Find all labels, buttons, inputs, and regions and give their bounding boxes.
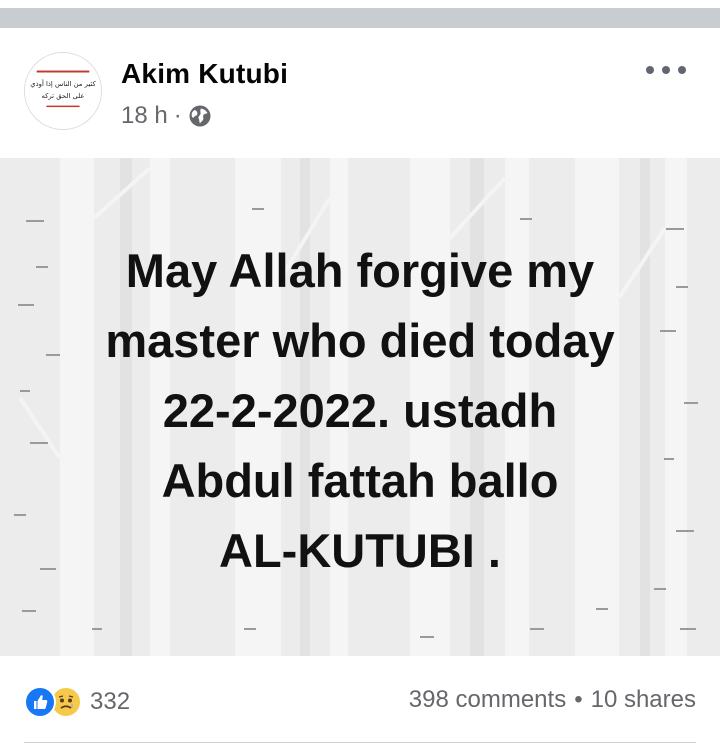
post-text: May Allah forgive my master who died tod… (40, 236, 680, 586)
post-footer: 332 398 comments • 10 shares (0, 656, 720, 745)
post-background: May Allah forgive my master who died tod… (0, 158, 720, 656)
post-stats: 398 comments • 10 shares (409, 686, 696, 714)
globe-icon[interactable] (188, 104, 212, 128)
post-time[interactable]: 18 h (121, 102, 168, 130)
post-text-line: AL-KUTUBI . (219, 524, 501, 577)
feed-separator (0, 0, 720, 30)
svg-text:كثير من الناس إذا أوذي: كثير من الناس إذا أوذي (30, 79, 96, 88)
shares-link[interactable]: 10 shares (591, 686, 696, 714)
reaction-count: 332 (90, 688, 131, 715)
avatar[interactable]: كثير من الناس إذا أوذي على الحق تركه (24, 52, 102, 130)
avatar-image: كثير من الناس إذا أوذي على الحق تركه (25, 53, 101, 129)
stats-bullet: • (574, 686, 583, 713)
more-options-icon[interactable] (646, 60, 686, 80)
footer-divider (24, 742, 696, 743)
svg-text:على الحق تركه: على الحق تركه (42, 92, 85, 100)
post-header: كثير من الناس إذا أوذي على الحق تركه Aki… (0, 30, 720, 158)
post-text-line: master who died today (105, 314, 615, 367)
author-name[interactable]: Akim Kutubi (121, 58, 288, 90)
post-meta: 18 h · (121, 102, 212, 130)
feed-separator-band (0, 8, 720, 28)
post-text-line: Abdul fattah ballo (161, 454, 559, 507)
meta-separator: · (173, 102, 182, 129)
comments-link[interactable]: 398 comments (409, 686, 566, 714)
reactions-summary[interactable]: 332 (24, 686, 130, 718)
like-icon (24, 686, 56, 718)
post-text-line: May Allah forgive my (125, 244, 595, 297)
post-text-line: 22-2-2022. ustadh (162, 384, 558, 437)
